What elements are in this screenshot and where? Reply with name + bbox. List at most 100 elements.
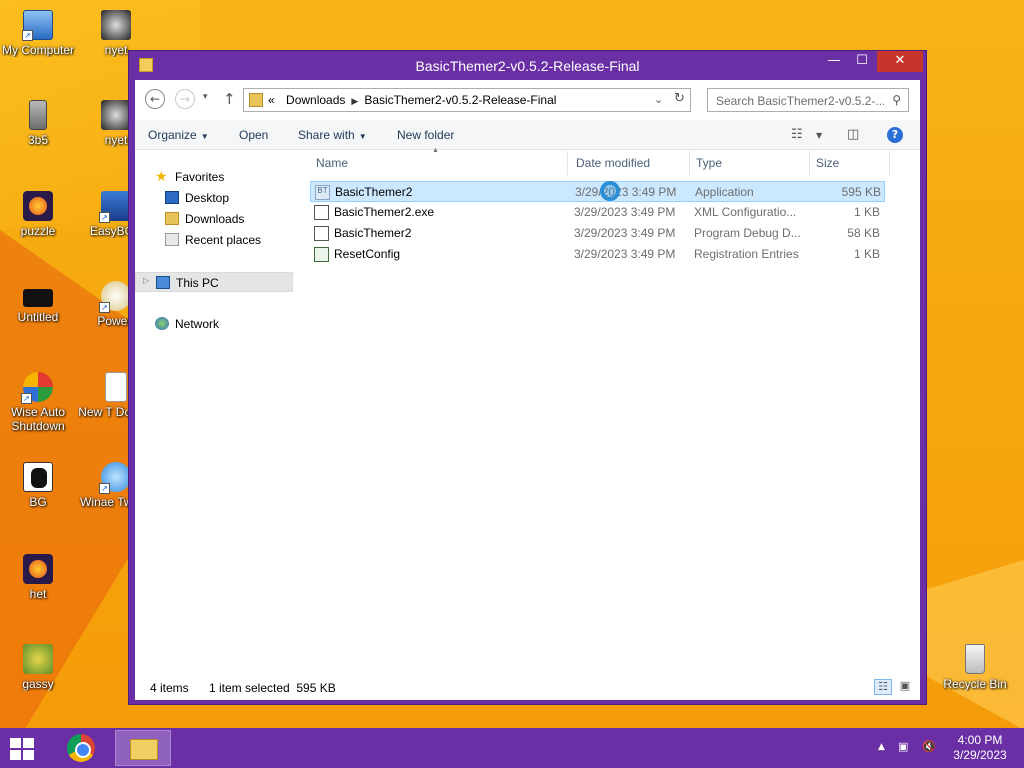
shortcut-arrow-icon: ↗	[22, 30, 33, 41]
registry-icon	[314, 247, 329, 262]
file-row[interactable]: BasicThemer2.exe 3/29/2023 3:49 PM XML C…	[310, 202, 885, 223]
recent-locations-dropdown[interactable]: ▾	[203, 92, 208, 102]
column-header-date-modified[interactable]: Date modified	[570, 151, 690, 175]
nav-desktop[interactable]: Desktop	[135, 188, 293, 208]
desktop-icon-het[interactable]: het	[0, 554, 76, 601]
details-view-icon[interactable]: ☷	[874, 679, 892, 695]
organize-button[interactable]: Organize ▼	[148, 128, 209, 142]
windows-logo-tile	[10, 738, 21, 748]
large-icons-view-icon[interactable]: ▣	[896, 679, 914, 695]
column-header-size[interactable]: Size	[810, 151, 890, 175]
up-button[interactable]: ↑	[223, 90, 236, 108]
item-count: 4 items	[150, 681, 189, 695]
breadcrumb-current-folder[interactable]: BasicThemer2-v0.5.2-Release-Final	[364, 93, 556, 107]
back-button[interactable]: ←	[145, 89, 165, 109]
window-client: ← → ▾ ↑ « Downloads ▶ BasicThemer2-v0.5.2-…	[135, 80, 920, 700]
navigation-bar: ← → ▾ ↑ « Downloads ▶ BasicThemer2-v0.5.2-…	[135, 80, 920, 120]
desktop-icon-3b5[interactable]: 3b5	[0, 100, 76, 147]
file-row[interactable]: BasicThemer2 3/29/2023 3:49 PM Program D…	[310, 223, 885, 244]
title-bar[interactable]: BasicThemer2-v0.5.2-Release-Final — ☐ ✕	[129, 51, 926, 80]
start-button[interactable]	[8, 736, 38, 760]
breadcrumb: « Downloads ▶ BasicThemer2-v0.5.2-Release-…	[268, 93, 556, 107]
taskbar-chrome[interactable]	[54, 730, 110, 766]
nav-this-pc[interactable]: ▷ This PC	[135, 272, 293, 292]
nav-recent-places[interactable]: Recent places	[135, 230, 293, 250]
desktop-icon-gassy[interactable]: gassy	[0, 644, 76, 691]
desktop-icon-my-computer[interactable]: ↗ My Computer	[0, 10, 76, 57]
breadcrumb-overflow[interactable]: «	[268, 93, 275, 107]
nav-favorites[interactable]: ★ Favorites	[135, 167, 293, 187]
desktop-icon-bg[interactable]: BG	[0, 462, 76, 509]
nav-label: This PC	[176, 276, 219, 290]
desktop-icon-label: puzzle	[20, 224, 56, 238]
desktop-icon-label: My Computer	[1, 43, 75, 57]
forward-button[interactable]: →	[175, 89, 195, 109]
desktop-icon-untitled[interactable]: Untitled	[0, 281, 76, 324]
desktop-folder-icon	[165, 191, 179, 204]
show-hidden-icons-chevron-icon[interactable]: ▲	[878, 742, 885, 752]
desktop-icon-wise-auto-shutdown[interactable]: ↗ Wise Auto Shutdown	[0, 372, 76, 433]
column-header-name[interactable]: ▲ Name	[298, 147, 568, 175]
file-row[interactable]: BT BasicThemer2 3/29/2023 3:49 PM Applic…	[310, 181, 885, 202]
search-box[interactable]: Search BasicThemer2-v0.5.2-... ⚲	[707, 88, 909, 112]
close-button[interactable]: ✕	[877, 51, 923, 72]
desktop-icon-puzzle[interactable]: puzzle	[0, 191, 76, 238]
file-explorer-icon	[130, 739, 158, 760]
image-icon	[23, 289, 53, 307]
image-icon	[101, 10, 131, 40]
image-icon	[23, 644, 53, 674]
view-options-chevron-icon[interactable]: ▼	[816, 131, 822, 140]
clock[interactable]: 4:00 PM 3/29/2023	[950, 733, 1010, 763]
shortcut-arrow-icon: ↗	[99, 302, 110, 313]
shortcut-arrow-icon: ↗	[99, 212, 110, 223]
volume-muted-icon[interactable]: 🔇	[922, 740, 936, 753]
status-bar: 4 items 1 item selected 595 KB ☷ ▣	[135, 676, 920, 700]
network-tray-icon[interactable]: ▣	[898, 740, 908, 753]
config-icon	[314, 205, 329, 220]
star-icon: ★	[155, 168, 168, 184]
shortcut-arrow-icon: ↗	[99, 483, 110, 494]
expand-arrow-icon[interactable]: ▷	[143, 276, 149, 285]
desktop-icon-recycle-bin[interactable]: Recycle Bin	[937, 644, 1013, 691]
explorer-window: BasicThemer2-v0.5.2-Release-Final — ☐ ✕ …	[128, 50, 927, 705]
column-header-type[interactable]: Type	[690, 151, 810, 175]
nav-label: Desktop	[185, 191, 230, 205]
address-dropdown-icon[interactable]: ⌄	[654, 93, 663, 106]
nav-network[interactable]: Network	[135, 314, 293, 334]
nav-label: Network	[175, 317, 220, 331]
shortcut-arrow-icon: ↗	[21, 393, 32, 404]
share-with-label: Share with	[298, 128, 355, 142]
new-folder-button[interactable]: New folder	[397, 128, 454, 142]
share-with-button[interactable]: Share with ▼	[298, 128, 367, 142]
nav-downloads[interactable]: Downloads	[135, 209, 293, 229]
column-label: Name	[316, 156, 349, 170]
help-icon[interactable]: ?	[887, 127, 903, 143]
file-row[interactable]: ResetConfig 3/29/2023 3:49 PM Registrati…	[310, 244, 885, 265]
change-view-icon[interactable]: ☷	[791, 127, 803, 142]
breadcrumb-separator-icon[interactable]: ▶	[351, 96, 358, 106]
desktop-icon-label: BG	[29, 495, 47, 509]
maximize-button[interactable]: ☐	[849, 51, 875, 72]
file-name: BasicThemer2	[334, 226, 412, 240]
file-date: 3/29/2023 3:49 PM	[575, 185, 677, 199]
minimize-button[interactable]: —	[821, 51, 847, 72]
file-list: ▲ Name Date modified Type Size BT BasicT…	[298, 147, 920, 676]
search-placeholder: Search BasicThemer2-v0.5.2-...	[716, 94, 884, 108]
image-icon	[101, 100, 131, 130]
windows-logo-tile	[23, 750, 34, 760]
nav-label: Recent places	[185, 233, 262, 247]
file-size: 1 KB	[853, 247, 880, 261]
breadcrumb-downloads[interactable]: Downloads	[286, 93, 345, 107]
desktop-icon-label: Wise Auto Shutdown	[10, 405, 66, 433]
network-icon	[155, 317, 169, 330]
taskbar-file-explorer[interactable]	[115, 730, 171, 766]
file-size: 1 KB	[853, 205, 880, 219]
preview-pane-icon[interactable]: ◫	[847, 127, 859, 142]
desktop-icon-label: Untitled	[17, 310, 59, 324]
file-size: 595 KB	[841, 185, 881, 199]
busy-cursor-icon	[600, 181, 620, 201]
address-bar[interactable]: « Downloads ▶ BasicThemer2-v0.5.2-Release-…	[243, 88, 691, 112]
refresh-icon[interactable]: ↻	[674, 91, 685, 106]
taskbar: ▲ ▣ 🔇 4:00 PM 3/29/2023	[0, 728, 1024, 768]
open-button[interactable]: Open	[239, 128, 268, 142]
